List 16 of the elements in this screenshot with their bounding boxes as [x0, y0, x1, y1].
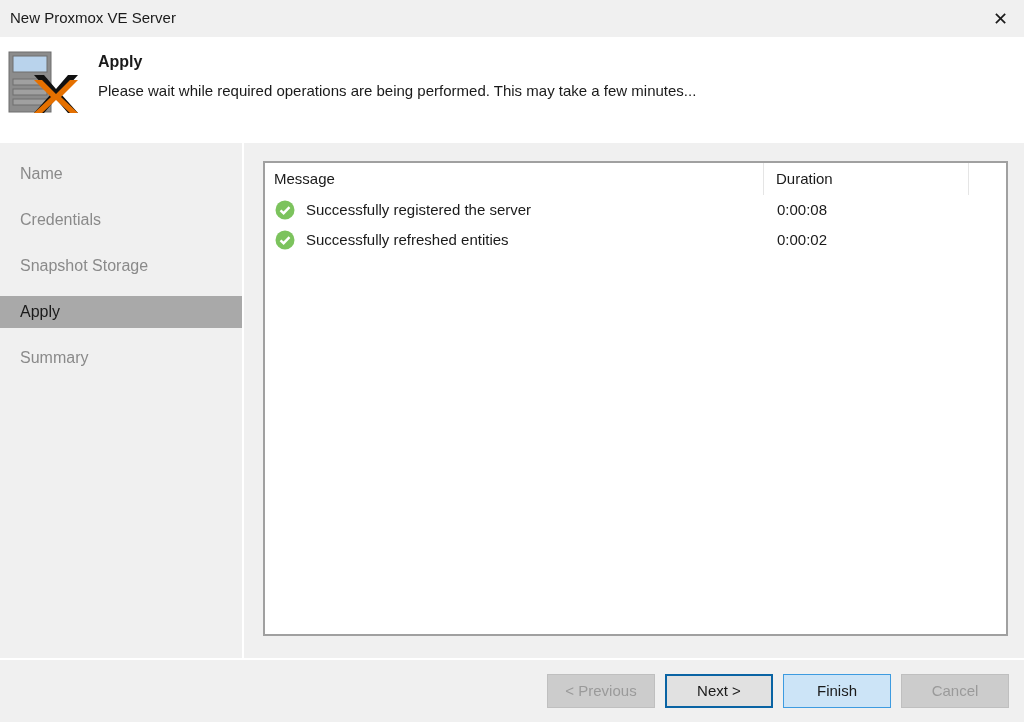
- success-check-icon: [275, 230, 295, 250]
- duration-cell-text: 0:00:02: [776, 229, 828, 250]
- column-header[interactable]: Message: [265, 163, 764, 195]
- message-cell-text: Successfully registered the server: [306, 199, 532, 220]
- wizard-button[interactable]: Finish: [783, 674, 891, 708]
- step-description: Please wait while required operations are being performed. This may take a few minutes...: [98, 81, 697, 101]
- sidebar-item[interactable]: Apply: [0, 296, 242, 328]
- duration-cell-text: 0:00:08: [776, 199, 828, 220]
- step-title: Apply: [98, 52, 144, 72]
- window-title: New Proxmox VE Server: [10, 8, 176, 29]
- column-header[interactable]: Duration: [764, 163, 969, 195]
- message-cell-text: Successfully refreshed entities: [306, 229, 509, 250]
- close-button[interactable]: ✕: [988, 6, 1012, 31]
- wizard-button[interactable]: Next >: [665, 674, 773, 708]
- server-logo-icon: [8, 51, 80, 115]
- success-check-icon: [275, 200, 295, 220]
